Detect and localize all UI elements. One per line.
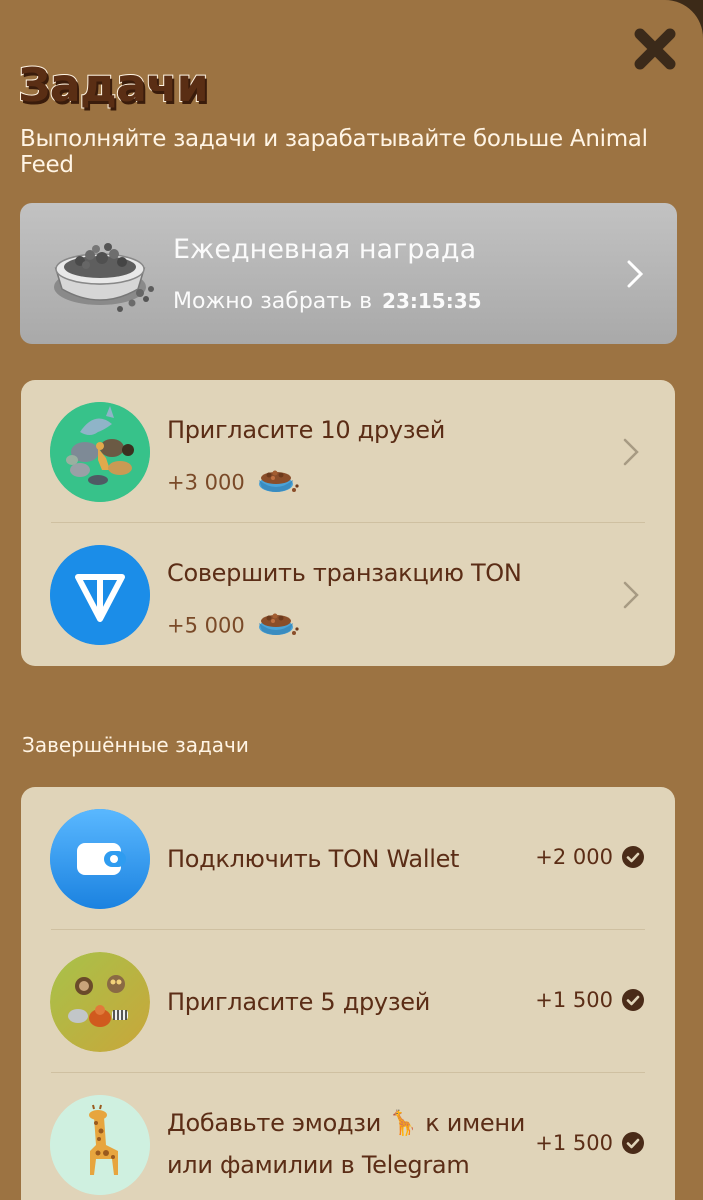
task-completed-reward: +2 000: [535, 845, 645, 869]
reward-amount: +1 500: [535, 1131, 613, 1155]
pet-food-bowl-icon: [48, 225, 158, 321]
chevron-right-icon: [623, 438, 639, 466]
completed-section-label: Завершённые задачи: [22, 733, 249, 757]
task-row-ton-transaction[interactable]: Совершить транзакцию TON +5 000: [21, 523, 675, 666]
task-title: Подключить TON Wallet: [167, 845, 460, 873]
completed-row-invite-5[interactable]: Пригласите 5 друзей +1 500: [21, 930, 675, 1073]
check-circle-icon: [622, 846, 644, 868]
daily-reward-title: Ежедневная награда: [173, 234, 477, 265]
check-circle-icon: [622, 989, 644, 1011]
task-title-line1: Добавьте эмодзи 🦒 к имени: [167, 1109, 526, 1137]
task-title: Пригласите 10 друзей: [167, 416, 446, 444]
active-tasks-card: Пригласите 10 друзей +3 000 Совершить тр…: [21, 380, 675, 666]
tasks-sheet: Задачи Выполняйте задачи и зарабатывайте…: [0, 0, 703, 1200]
close-icon[interactable]: [630, 26, 680, 72]
task-reward: +5 000: [167, 609, 300, 644]
completed-row-ton-wallet[interactable]: Подключить TON Wallet +2 000: [21, 787, 675, 930]
task-completed-reward: +1 500: [535, 988, 645, 1012]
claim-time: 23:15:35: [382, 289, 482, 313]
chevron-right-icon: [623, 581, 639, 609]
daily-reward-card[interactable]: Ежедневная награда Можно забрать в 23:15:…: [20, 203, 677, 344]
chevron-right-icon: [627, 260, 644, 288]
task-title: Пригласите 5 друзей: [167, 988, 431, 1016]
giraffe-icon: [50, 1095, 150, 1195]
ton-logo-icon: [50, 545, 150, 645]
reward-amount: +2 000: [535, 845, 613, 869]
food-bowl-icon: [257, 466, 300, 501]
wallet-icon: [50, 809, 150, 909]
check-circle-icon: [622, 1132, 644, 1154]
food-bowl-icon: [257, 609, 300, 644]
reward-amount: +5 000: [167, 613, 245, 638]
task-title-line2: или фамилии в Telegram: [167, 1151, 470, 1179]
completed-row-emoji-name[interactable]: Добавьте эмодзи 🦒 к имени или фамилии в …: [21, 1073, 675, 1200]
page-subtitle: Выполняйте задачи и зарабатывайте больше…: [20, 126, 648, 178]
claim-label: Можно забрать в: [173, 289, 373, 314]
page-title: Задачи: [17, 57, 210, 113]
animals-small-group-icon: [50, 952, 150, 1052]
task-row-invite-10[interactable]: Пригласите 10 друзей +3 000: [21, 380, 675, 523]
task-reward: +3 000: [167, 466, 300, 501]
animals-group-icon: [50, 402, 150, 502]
reward-amount: +1 500: [535, 988, 613, 1012]
task-title: Совершить транзакцию TON: [167, 559, 522, 587]
daily-reward-timer: Можно забрать в 23:15:35: [173, 289, 482, 314]
reward-amount: +3 000: [167, 470, 245, 495]
task-completed-reward: +1 500: [535, 1131, 645, 1155]
completed-tasks-card: Подключить TON Wallet +2 000 Пригласите …: [21, 787, 675, 1200]
